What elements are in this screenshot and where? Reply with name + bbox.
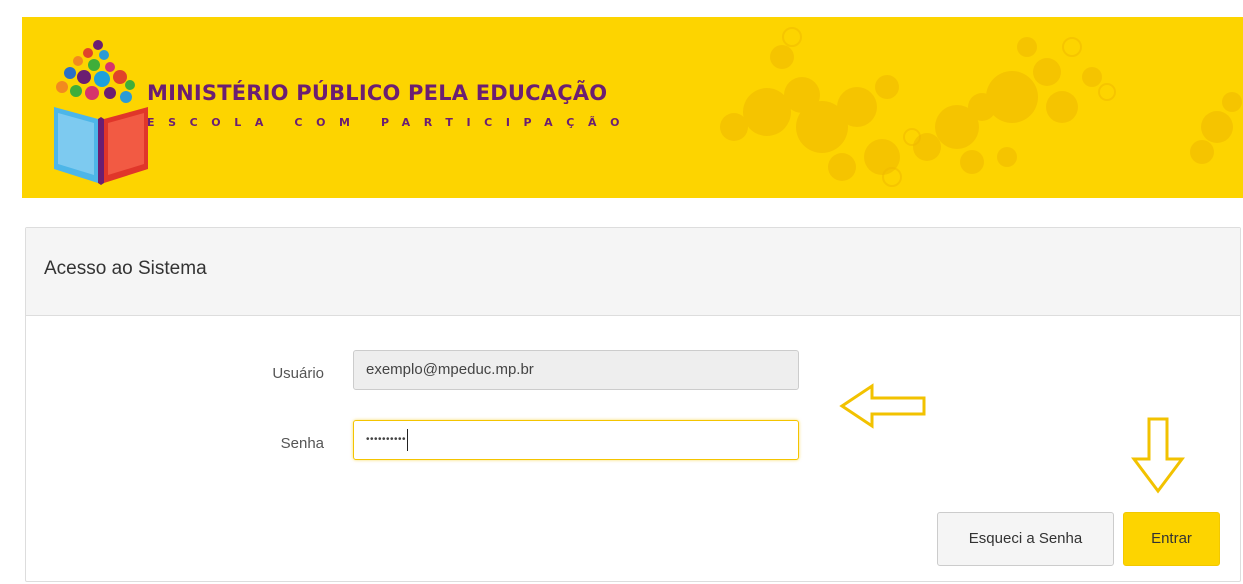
brand-title: MINISTÉRIO PÚBLICO PELA EDUCAÇÃO [147,81,608,105]
password-input-value: •••••••••• [366,434,407,446]
user-label: Usuário [272,365,324,382]
panel-heading: Acesso ao Sistema [26,228,1240,316]
enter-button[interactable]: Entrar [1123,512,1220,566]
bubble-pattern-decoration [720,27,1242,187]
login-panel: Acesso ao Sistema Usuário exemplo@mpeduc… [25,227,1241,582]
logo-icon [54,40,148,185]
brand-subtitle: ESCOLA COM PARTICIPAÇÃO [147,116,634,129]
arrow-left-icon [839,383,926,429]
arrow-down-icon [1131,417,1185,494]
text-caret [407,429,409,452]
login-page: MINISTÉRIO PÚBLICO PELA EDUCAÇÃO ESCOLA … [0,0,1243,584]
header-banner: MINISTÉRIO PÚBLICO PELA EDUCAÇÃO ESCOLA … [22,17,1243,198]
password-label: Senha [280,435,324,452]
password-input[interactable]: •••••••••• [353,420,799,460]
user-input[interactable]: exemplo@mpeduc.mp.br [353,350,799,390]
forgot-password-button[interactable]: Esqueci a Senha [937,512,1114,566]
user-input-value: exemplo@mpeduc.mp.br [366,361,534,378]
panel-title: Acesso ao Sistema [44,258,207,279]
